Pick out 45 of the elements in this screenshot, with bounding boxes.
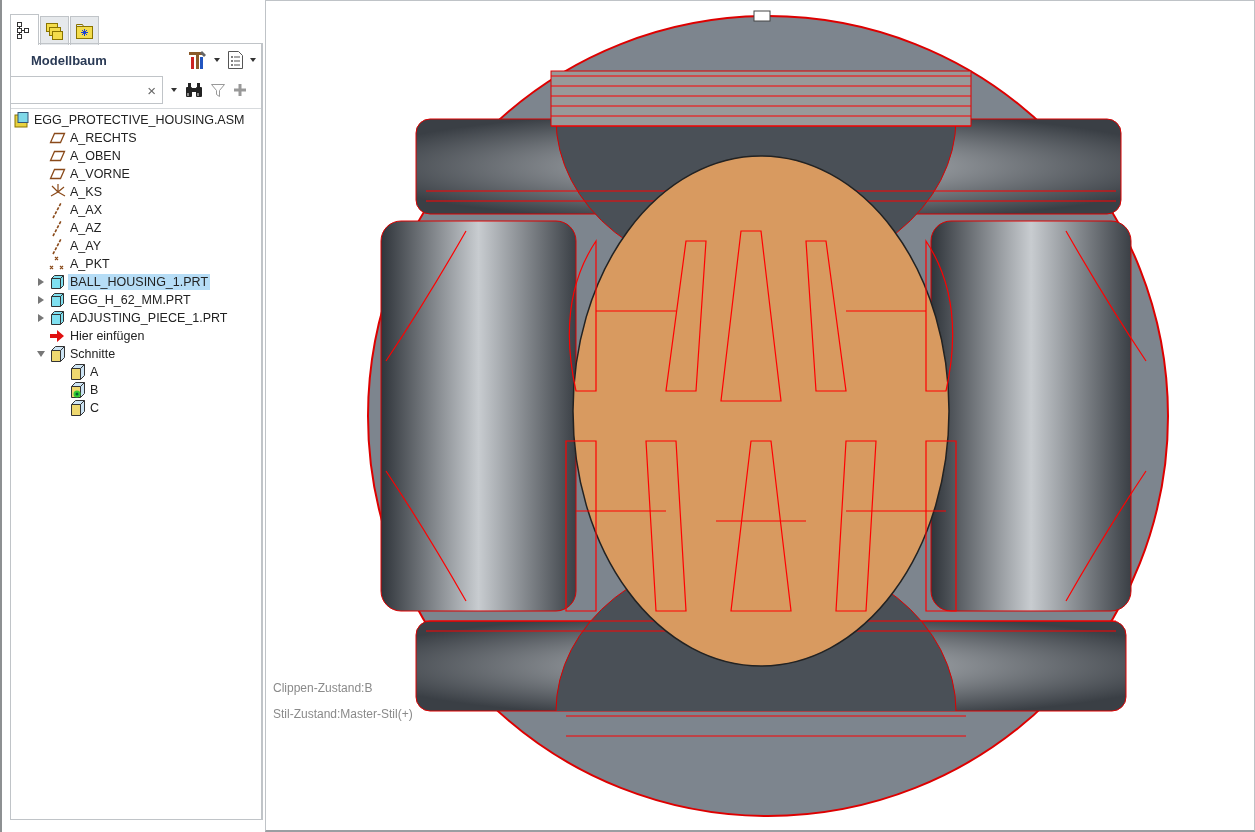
section-icon: [49, 345, 67, 363]
caret-icon[interactable]: [249, 57, 257, 63]
active-marker: [73, 390, 81, 398]
tree-item[interactable]: C: [88, 400, 102, 416]
tree-item[interactable]: A_OBEN: [68, 148, 123, 164]
tree-item[interactable]: A_KS: [68, 184, 104, 200]
panel-title: Modellbaum: [31, 52, 108, 68]
part-icon: [49, 309, 67, 327]
graphics-area[interactable]: Clippen-Zustand:B Stil-Zustand:Master-Stil(+): [265, 0, 1255, 832]
tree-item[interactable]: A_AZ: [68, 220, 104, 236]
tree-item[interactable]: A_AY: [68, 238, 104, 254]
tree-item[interactable]: EGG_H_62_MM.PRT: [68, 292, 193, 308]
binoculars-icon[interactable]: [185, 82, 203, 98]
tree-item[interactable]: B: [88, 382, 101, 398]
expand-arrow-icon[interactable]: [36, 313, 46, 323]
tree-item[interactable]: ADJUSTING_PIECE_1.PRT: [68, 310, 230, 326]
folder-star-icon: [75, 21, 94, 41]
tree-item[interactable]: Schnitte: [68, 346, 118, 362]
panel-tab[interactable]: [10, 14, 39, 45]
status-text: Clippen-Zustand:B: [273, 681, 374, 695]
expand-arrow-icon[interactable]: [36, 295, 46, 305]
stacked-folders-icon: [45, 21, 64, 41]
tree-item[interactable]: A_PKT: [68, 256, 112, 272]
tools-icon[interactable]: [186, 49, 208, 71]
caret-icon[interactable]: [213, 57, 221, 63]
filter-icon[interactable]: [210, 82, 226, 98]
tree-item[interactable]: EGG_PROTECTIVE_HOUSING.ASM: [32, 112, 247, 128]
expand-arrow-icon[interactable]: [36, 277, 46, 287]
tree-item[interactable]: A: [88, 364, 101, 380]
add-icon[interactable]: [233, 83, 247, 97]
tree-item[interactable]: BALL_HOUSING_1.PRT: [68, 274, 211, 290]
caret-icon[interactable]: [170, 87, 178, 93]
part-icon: [49, 273, 67, 291]
tree-item[interactable]: A_RECHTS: [68, 130, 139, 146]
tree-item[interactable]: A_AX: [68, 202, 104, 218]
list-settings-icon[interactable]: [226, 50, 244, 70]
panel-tab[interactable]: [70, 16, 99, 45]
tree-item[interactable]: Hier einfügen: [68, 328, 147, 344]
search-field[interactable]: ×: [11, 76, 163, 104]
status-text: Stil-Zustand:Master-Stil(+): [273, 707, 413, 721]
part-icon: [49, 291, 67, 309]
tree-item[interactable]: A_VORNE: [68, 166, 132, 182]
clear-button[interactable]: ×: [141, 81, 162, 99]
collapse-arrow-icon[interactable]: [36, 349, 46, 359]
assembly-icon: [13, 111, 31, 129]
